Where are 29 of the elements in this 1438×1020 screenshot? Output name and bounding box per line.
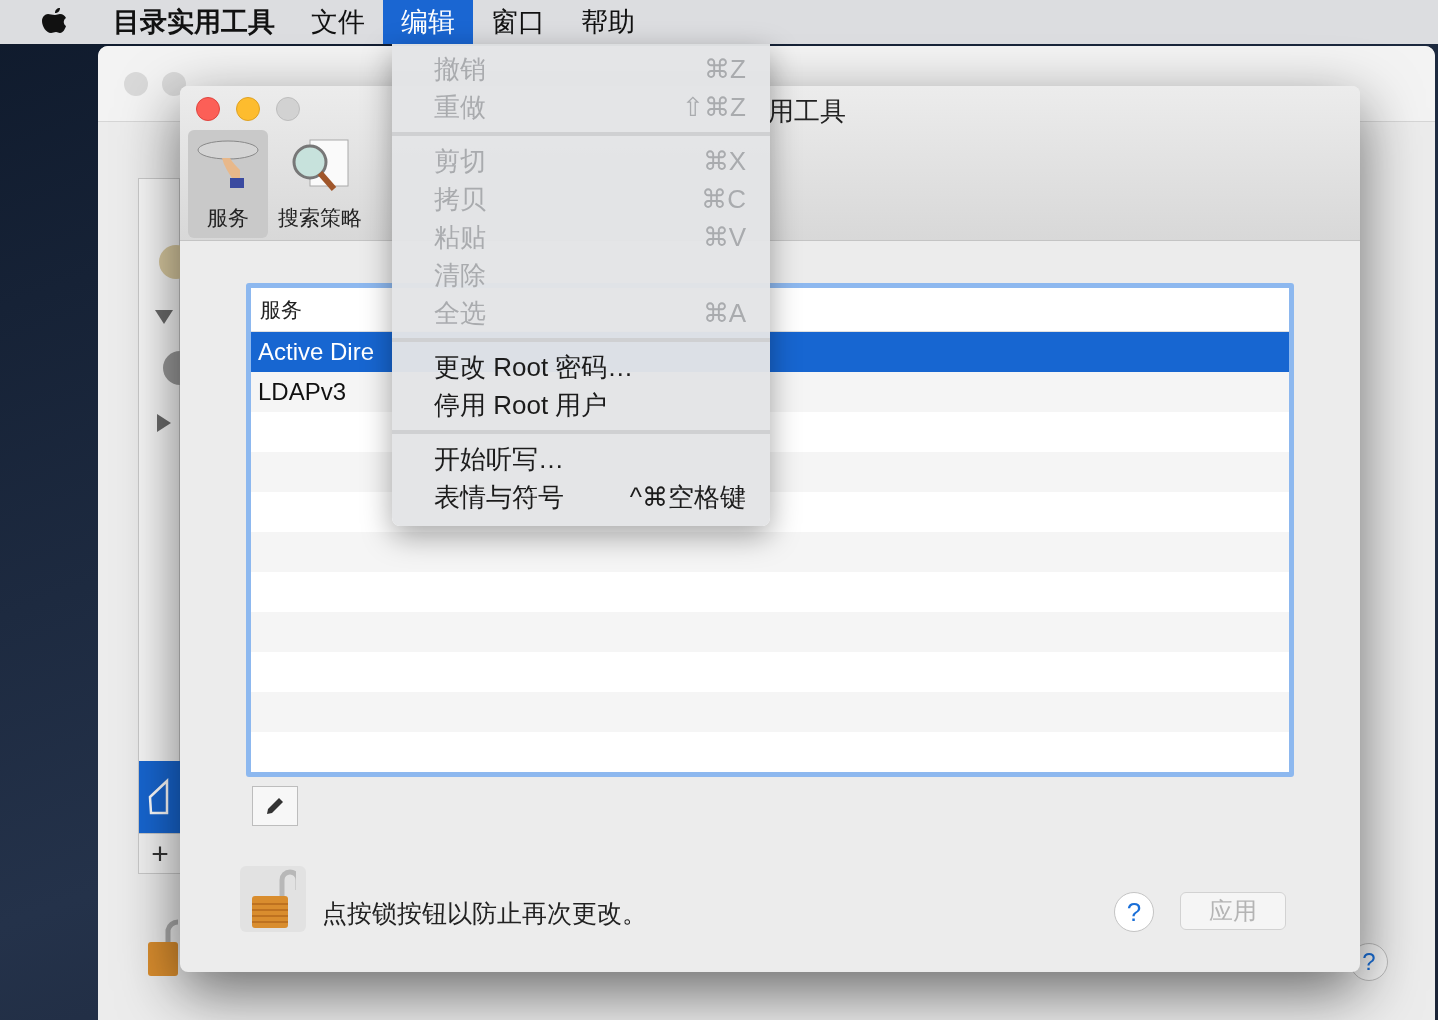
add-button[interactable]: + [139, 833, 181, 873]
shortcut: ⌘C [701, 182, 746, 216]
menu-bar-item[interactable]: 窗口 [473, 0, 563, 44]
close-button[interactable] [196, 97, 220, 121]
lock-button[interactable] [240, 866, 306, 932]
selected-sidebar-item[interactable] [139, 761, 181, 833]
menu-item[interactable]: 开始听写… [392, 440, 770, 478]
menu-bar-item[interactable]: 文件 [293, 0, 383, 44]
menu-item[interactable]: 表情与符号 ^⌘空格键 [392, 478, 770, 516]
pencil-icon [264, 795, 286, 817]
edit-button[interactable] [252, 786, 298, 826]
lock-hint: 点按锁按钮以防止再次更改。 [322, 898, 647, 929]
padlock-icon [250, 868, 296, 930]
disclosure-down-icon[interactable] [154, 309, 174, 325]
toolbar-tab[interactable]: 搜索策略 [272, 130, 368, 238]
shortcut: ⌘Z [704, 52, 746, 86]
menu-bar-item[interactable]: 目录实用工具 [95, 0, 293, 44]
shortcut: ^⌘空格键 [629, 480, 746, 514]
shortcut: ⌘A [702, 296, 746, 330]
window-title: 用工具 [768, 95, 846, 128]
help-button[interactable]: ? [1114, 892, 1154, 932]
shortcut: ⇧⌘Z [682, 90, 746, 124]
minimize-button[interactable] [236, 97, 260, 121]
shortcut: ⌘X [702, 144, 746, 178]
shortcut: ⌘V [702, 220, 746, 254]
disclosure-right-icon[interactable] [156, 413, 172, 433]
menu-bar-item[interactable]: 编辑 [383, 0, 473, 44]
toolbar-tab[interactable]: 服务 [188, 130, 268, 238]
menu-bar-item[interactable]: 帮助 [563, 0, 653, 44]
